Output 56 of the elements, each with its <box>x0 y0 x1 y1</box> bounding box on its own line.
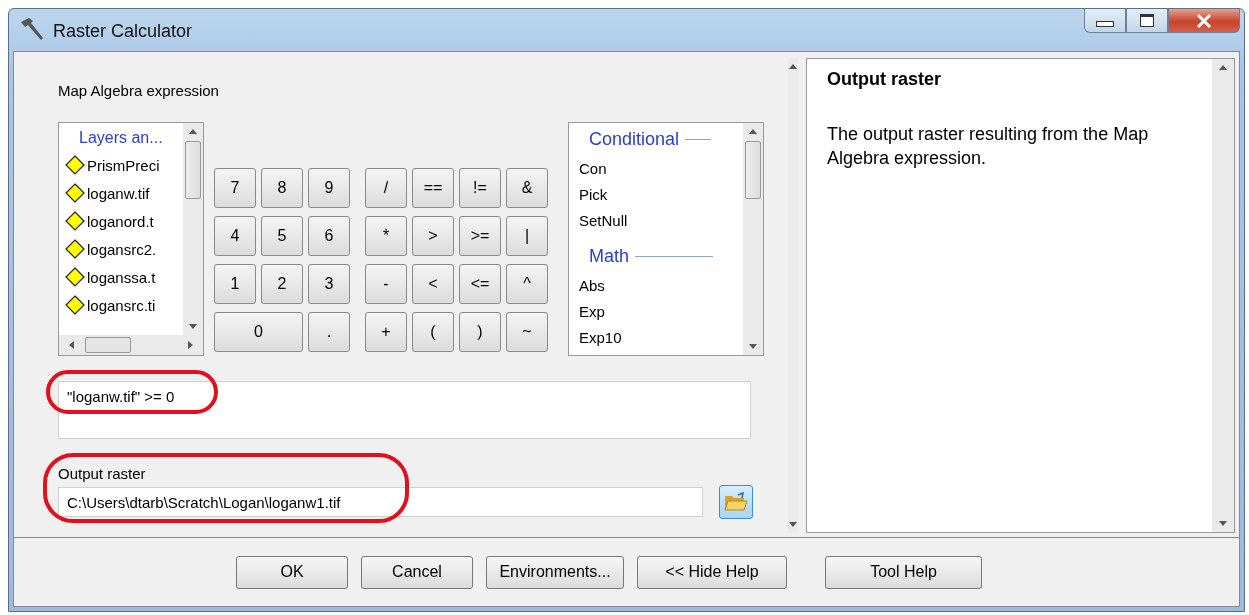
key-button[interactable]: 3 <box>308 264 350 304</box>
key-button[interactable]: + <box>365 312 407 352</box>
key-button[interactable]: != <box>459 168 501 208</box>
key-button[interactable]: >= <box>459 216 501 256</box>
output-raster-field[interactable]: C:\Users\dtarb\Scratch\Logan\loganw1.tif <box>58 487 703 517</box>
layer-item[interactable]: PrismPreci <box>87 156 160 174</box>
key-button[interactable]: * <box>365 216 407 256</box>
key-button[interactable]: <= <box>459 264 501 304</box>
function-item[interactable]: Pick <box>569 182 743 208</box>
function-item[interactable]: Exp10 <box>569 325 743 351</box>
key-button[interactable]: 8 <box>261 168 303 208</box>
key-button[interactable]: / <box>365 168 407 208</box>
key-button[interactable]: 5 <box>261 216 303 256</box>
key-button[interactable]: 1 <box>214 264 256 304</box>
functions-list[interactable]: Conditional Con Pick SetNull Math Abs Exp Exp10 <box>568 122 764 356</box>
key-button[interactable]: ( <box>412 312 454 352</box>
dialog-button[interactable]: Cancel <box>361 555 473 589</box>
dialog-button[interactable]: Environments... <box>486 555 624 589</box>
key-button[interactable]: ^ <box>506 264 548 304</box>
layer-item[interactable]: loganord.t <box>87 212 154 230</box>
output-raster-label: Output raster <box>58 465 147 484</box>
help-text: The output raster resulting from the Map Algebra expression. <box>827 123 1150 171</box>
key-button[interactable]: - <box>365 264 407 304</box>
key-button[interactable]: > <box>412 216 454 256</box>
key-button[interactable]: ) <box>459 312 501 352</box>
layers-list[interactable]: Layers an... PrismPreci loganw.tif loganord.t logansrc2. loganssa.t logansrc.ti <box>58 122 204 356</box>
function-item[interactable]: Con <box>569 156 743 182</box>
function-item[interactable]: Abs <box>569 273 743 299</box>
key-button[interactable]: == <box>412 168 454 208</box>
key-button[interactable]: 7 <box>214 168 256 208</box>
key-button[interactable]: ~ <box>506 312 548 352</box>
group-header: Conditional <box>589 129 680 150</box>
dialog-button[interactable]: << Hide Help <box>637 555 787 589</box>
layer-item[interactable]: loganssa.t <box>87 268 156 286</box>
group-header: Math <box>589 246 630 267</box>
key-button[interactable]: 2 <box>261 264 303 304</box>
window-title: Raster Calculator <box>53 21 193 42</box>
expression-label: Map Algebra expression <box>58 82 220 101</box>
list-header: Layers an... <box>78 128 164 148</box>
key-button[interactable]: 0 <box>214 312 303 352</box>
layer-item[interactable]: logansrc2. <box>87 240 157 258</box>
key-button[interactable]: < <box>412 264 454 304</box>
tool-help-button[interactable]: Tool Help <box>825 555 982 589</box>
key-button[interactable]: 4 <box>214 216 256 256</box>
function-item[interactable]: Exp <box>569 299 743 325</box>
key-button[interactable]: . <box>308 312 350 352</box>
layer-item[interactable]: loganw.tif <box>87 184 150 202</box>
key-button[interactable]: 9 <box>308 168 350 208</box>
key-button[interactable]: 6 <box>308 216 350 256</box>
layer-item[interactable]: logansrc.ti <box>87 296 156 314</box>
key-button[interactable]: & <box>506 168 548 208</box>
key-button[interactable]: | <box>506 216 548 256</box>
ok-button[interactable]: OK <box>236 555 348 589</box>
help-title: Output raster <box>827 69 942 90</box>
function-item[interactable]: SetNull <box>569 208 743 234</box>
expression-field[interactable]: "loganw.tif" >= 0 <box>58 381 751 439</box>
